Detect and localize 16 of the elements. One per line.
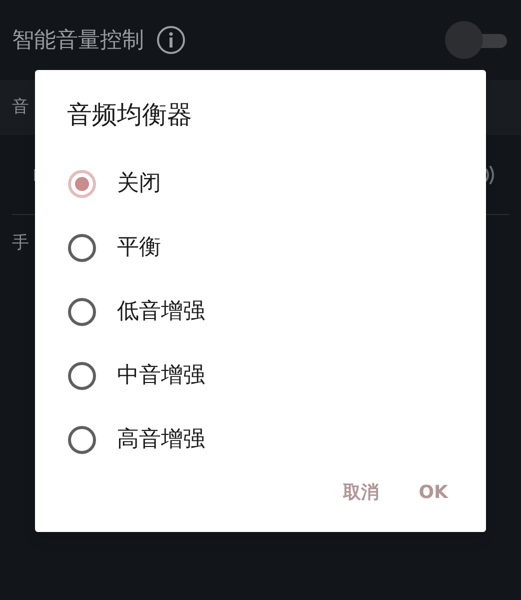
- equalizer-option[interactable]: 低音增强: [35, 280, 486, 344]
- equalizer-option[interactable]: 平衡: [35, 216, 486, 280]
- equalizer-option[interactable]: 高音增强: [35, 408, 486, 472]
- setting-title: 智能音量控制: [12, 26, 144, 54]
- setting-label: 手: [12, 233, 29, 253]
- equalizer-option[interactable]: 中音增强: [35, 344, 486, 408]
- radio-button[interactable]: [68, 234, 96, 262]
- section-label: 音: [12, 96, 29, 119]
- dialog-title: 音频均衡器: [67, 99, 193, 131]
- radio-button[interactable]: [68, 362, 96, 390]
- equalizer-option[interactable]: 关闭: [35, 152, 486, 216]
- radio-button[interactable]: [68, 426, 96, 454]
- info-icon[interactable]: [156, 25, 186, 55]
- toggle-switch[interactable]: [445, 20, 509, 60]
- radio-button[interactable]: [68, 170, 96, 198]
- radio-button[interactable]: [68, 298, 96, 326]
